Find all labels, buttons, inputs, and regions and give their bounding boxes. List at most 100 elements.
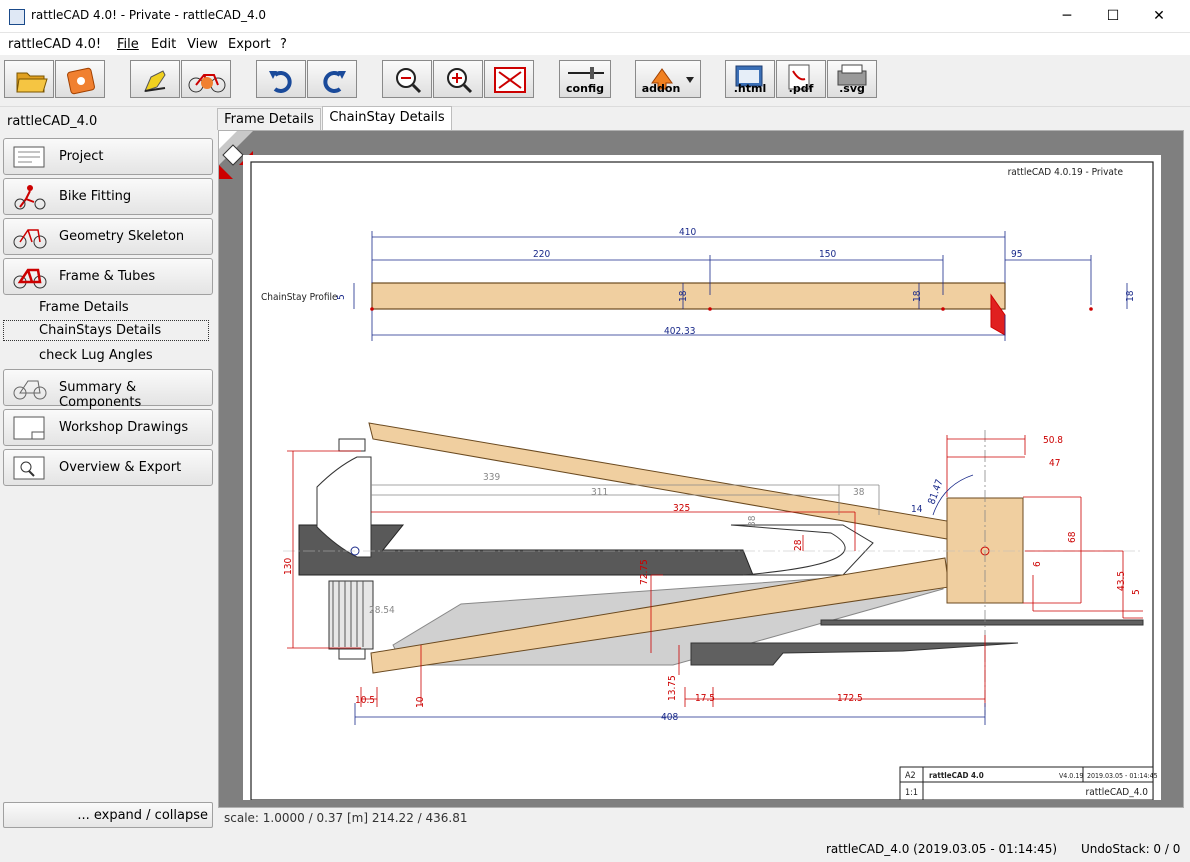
menu-edit[interactable]: Edit (151, 37, 176, 52)
frame-icon (13, 268, 47, 289)
tab-chainstay-details[interactable]: ChainStay Details (322, 106, 452, 131)
menu-view[interactable]: View (187, 37, 218, 52)
folder-icon (16, 72, 48, 93)
menu-file[interactable]: File (117, 37, 139, 52)
pencil-icon (144, 70, 166, 92)
dim-72-75: 72.75 (639, 559, 650, 585)
dim-10-5: 10.5 (355, 695, 375, 706)
rider-icon (14, 185, 46, 210)
dim-28-54: 28.54 (369, 605, 395, 616)
export-svg-button[interactable]: .svg (827, 60, 877, 98)
undo-button[interactable] (256, 60, 306, 98)
open-button[interactable] (4, 60, 54, 98)
dim-311: 311 (591, 487, 608, 498)
dim-402-33: 402.33 (664, 326, 695, 337)
dim-h18-c: 18 (1125, 290, 1136, 302)
maximize-button[interactable]: ☐ (1090, 0, 1136, 32)
dim-28: 28 (793, 539, 804, 551)
save-icon (67, 67, 95, 95)
sidebar-item-geometry-skeleton[interactable]: Geometry Skeleton (3, 218, 213, 255)
addon-label: addon (641, 82, 681, 95)
zoom-out-button[interactable] (382, 60, 432, 98)
sidebar-item-summary-components[interactable]: Summary & Components (3, 369, 213, 410)
sidebar-item-overview-export[interactable]: Overview & Export (3, 449, 213, 486)
dim-68: 68 (1067, 531, 1078, 543)
sidebar-item-bike-fitting[interactable]: Bike Fitting (3, 178, 213, 215)
dim-95: 95 (1011, 249, 1022, 260)
dim-h18-a: 18 (678, 290, 689, 302)
status-project: rattleCAD_4.0 (2019.03.05 - 01:14:45) (826, 842, 1058, 856)
menu-help[interactable]: ? (280, 37, 287, 52)
chainstay-drawing: rattleCAD 4.0.19 - Private ChainStay Pro… (250, 161, 1158, 800)
dim-410: 410 (679, 227, 696, 238)
dim-h18-b: 18 (912, 290, 923, 302)
dim-h5: 5 (336, 294, 347, 300)
tb-name: rattleCAD_4.0 (1086, 787, 1149, 798)
dim-408: 408 (661, 712, 678, 723)
skeleton-icon (13, 229, 47, 249)
expand-collapse-button[interactable]: ... expand / collapse (3, 802, 213, 828)
zoom-in-button[interactable] (433, 60, 483, 98)
html-label: .html (733, 82, 767, 95)
tb-date: 2019.03.05 - 01:14:45 (1087, 772, 1158, 780)
close-button[interactable]: ✕ (1136, 0, 1182, 32)
config-label: config (566, 82, 604, 95)
svg-label: .svg (839, 82, 865, 95)
menu-app[interactable]: rattleCAD 4.0! (8, 37, 101, 52)
dim-5: 5 (1131, 589, 1142, 595)
save-button[interactable] (55, 60, 105, 98)
export-html-button[interactable]: .html (725, 60, 775, 98)
export-pdf-button[interactable]: .pdf (776, 60, 826, 98)
tb-format: A2 (905, 771, 916, 781)
tb-logo: rattleCAD 4.0 (929, 771, 984, 780)
expand-label: ... expand / collapse (77, 808, 208, 823)
dim-50-8: 50.8 (1043, 435, 1063, 446)
sidebar: rattleCAD_4.0 Project Bike Fitting Geome… (0, 108, 216, 832)
sidebar-item-label: Bike Fitting (59, 189, 132, 204)
redo-button[interactable] (307, 60, 357, 98)
sidebar-subitem-check-lug-angles[interactable]: check Lug Angles (39, 348, 153, 363)
pdf-label: .pdf (788, 82, 814, 95)
dim-13-75: 13.75 (667, 675, 678, 701)
fit-view-icon (494, 67, 526, 93)
sheet-header-tag: rattleCAD 4.0.19 - Private (1008, 167, 1124, 178)
minimize-button[interactable]: ─ (1044, 0, 1090, 32)
window-title: rattleCAD 4.0! - Private - rattleCAD_4.0 (31, 8, 267, 22)
sidebar-item-label: Project (59, 149, 104, 164)
status-bar: rattleCAD_4.0 (2019.03.05 - 01:14:45) Un… (0, 836, 1190, 862)
sidebar-item-label: Geometry Skeleton (59, 229, 185, 244)
sidebar-item-label: Workshop Drawings (59, 420, 189, 435)
sidebar-item-label: Overview & Export (59, 460, 182, 475)
config-button[interactable]: config (559, 60, 611, 98)
app-icon (9, 9, 25, 25)
dim-47: 47 (1049, 458, 1060, 469)
sidebar-item-label: Summary & Components (59, 380, 142, 410)
dim-angle: 81.47 (926, 478, 945, 506)
bike-settings-button[interactable] (181, 60, 231, 98)
dim-43-5: 43.5 (1116, 571, 1127, 591)
dim-325: 325 (673, 503, 690, 514)
sidebar-item-frame-tubes[interactable]: Frame & Tubes (3, 258, 213, 295)
edit-button[interactable] (130, 60, 180, 98)
tab-frame-details[interactable]: Frame Details (217, 108, 321, 130)
redo-icon (323, 71, 346, 93)
drawing-sheet-icon (13, 416, 45, 440)
sidebar-subitem-chainstays-details[interactable]: ChainStays Details (3, 320, 209, 341)
dim-172-5: 172.5 (837, 693, 863, 704)
dim-130: 130 (283, 558, 294, 575)
sidebar-subitem-frame-details[interactable]: Frame Details (39, 300, 129, 315)
sidebar-item-project[interactable]: Project (3, 138, 213, 175)
toolbar: config addon .html .pdf .svg (0, 56, 1190, 107)
dim-150: 150 (819, 249, 836, 260)
dim-6: 6 (1032, 561, 1043, 567)
dim-10: 10 (415, 696, 426, 708)
chainstay-profile: ChainStay Profile 410 220 150 95 402.33 … (261, 227, 1136, 341)
zoom-in-icon (447, 68, 473, 94)
chainstay-plan-view: 339 311 325 38 38 14 28 72.75 130 28.54 … (283, 422, 1144, 725)
sidebar-item-workshop-drawings[interactable]: Workshop Drawings (3, 409, 213, 446)
addon-button[interactable]: addon (635, 60, 701, 98)
scale-readout: scale: 1.0000 / 0.37 [m] 214.22 / 436.81 (224, 811, 468, 825)
dim-38-b: 38 (747, 515, 758, 527)
menu-export[interactable]: Export (228, 37, 271, 52)
fit-view-button[interactable] (484, 60, 534, 98)
